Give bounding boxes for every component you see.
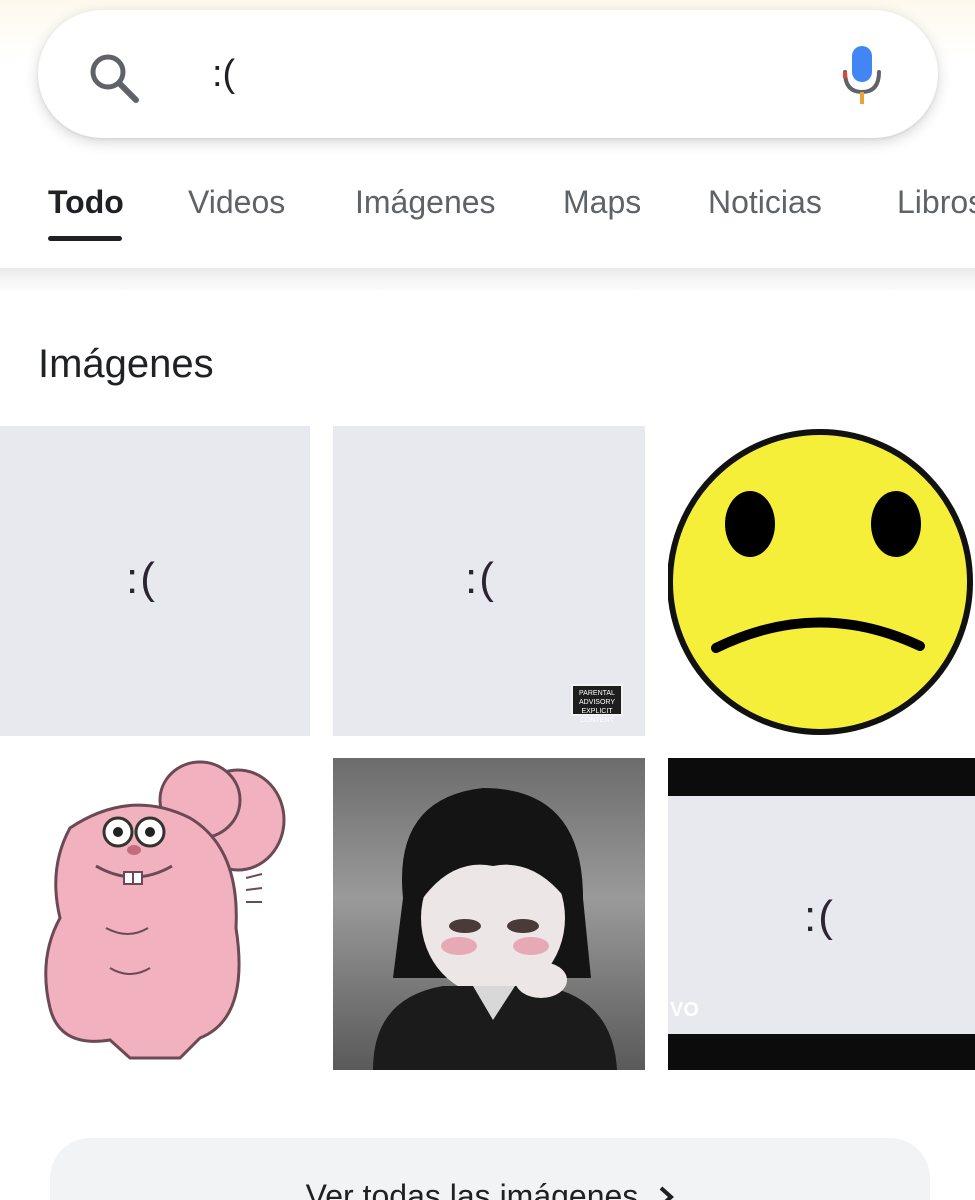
tab-todo[interactable]: Todo: [48, 184, 124, 221]
video-watermark: VO: [670, 999, 699, 1021]
microphone-icon[interactable]: [838, 44, 886, 110]
search-icon[interactable]: [86, 50, 142, 106]
tab-videos[interactable]: Videos: [188, 184, 285, 221]
image-result-sad-text-1[interactable]: :(: [0, 426, 310, 736]
active-tab-indicator: [48, 236, 122, 241]
see-all-images-button[interactable]: Ver todas las imágenes: [50, 1138, 930, 1200]
image-result-anime-girl[interactable]: [333, 758, 645, 1070]
anime-girl-illustration: [373, 788, 617, 1070]
images-section-title: Imágenes: [38, 342, 214, 386]
tab-maps[interactable]: Maps: [563, 184, 641, 221]
image-result-sad-smiley[interactable]: [668, 426, 975, 736]
search-tabs: Todo Videos Imágenes Maps Noticias Libro…: [0, 170, 975, 250]
frown-text: :(: [465, 554, 496, 603]
search-input[interactable]: [212, 40, 812, 108]
image-result-pink-rabbit[interactable]: [0, 758, 310, 1070]
frown-text: :(: [804, 892, 835, 941]
tab-noticias[interactable]: Noticias: [708, 184, 822, 221]
frown-text: :(: [126, 554, 157, 603]
sad-smiley-face: [668, 429, 973, 735]
parental-advisory-badge: PARENTAL ADVISORY EXPLICIT CONTENT: [571, 684, 623, 724]
tab-libros[interactable]: Libros: [897, 184, 975, 221]
search-results-page: Todo Videos Imágenes Maps Noticias Libro…: [0, 0, 975, 1200]
tab-imagenes[interactable]: Imágenes: [355, 184, 496, 221]
see-all-text: Ver todas las imágenes: [305, 1178, 639, 1200]
image-result-album-cover[interactable]: :( PARENTAL ADVISORY EXPLICIT CONTENT: [333, 426, 645, 736]
image-result-video-thumb[interactable]: :( VO: [668, 758, 975, 1070]
pink-rabbit-illustration: [44, 760, 286, 1060]
section-divider: [0, 268, 975, 290]
see-all-images-label: Ver todas las imágenes: [50, 1178, 930, 1200]
search-bar[interactable]: [38, 10, 938, 138]
chevron-right-icon: [659, 1186, 675, 1200]
